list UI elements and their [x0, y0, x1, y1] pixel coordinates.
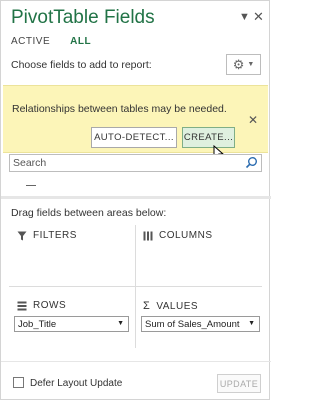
- defer-layout-label[interactable]: Defer Layout Update: [30, 378, 122, 389]
- chevron-down-icon: ▼: [248, 320, 255, 327]
- pane-title: PivotTable Fields: [11, 7, 155, 28]
- pivottable-fields-pane: PivotTable Fields ▼ ✕ ACTIVE ALL Choose …: [0, 0, 271, 400]
- columns-icon: [143, 231, 153, 240]
- filter-icon: [17, 231, 27, 240]
- chevron-down-icon[interactable]: ▼: [239, 11, 250, 23]
- close-icon[interactable]: ✕: [253, 9, 264, 25]
- tools-button[interactable]: ⚙ ▼: [226, 54, 261, 75]
- columns-label: COLUMNS: [159, 230, 213, 241]
- close-icon[interactable]: ✕: [248, 113, 258, 127]
- sigma-icon: Σ: [143, 300, 151, 312]
- chevron-down-icon: ▼: [117, 320, 124, 327]
- rows-field-dropdown[interactable]: Job_Title ▼: [14, 316, 129, 332]
- filters-label: FILTERS: [33, 230, 77, 241]
- rows-field-value: Job_Title: [18, 318, 57, 330]
- defer-layout-checkbox[interactable]: [13, 377, 24, 388]
- field-tabs: ACTIVE ALL: [11, 36, 91, 47]
- notice-text: Relationships between tables may be need…: [12, 103, 227, 115]
- chevron-down-icon: ▼: [247, 61, 255, 68]
- drag-fields-label: Drag fields between areas below:: [11, 207, 167, 219]
- rows-area-header: ROWS: [17, 300, 66, 311]
- rows-label: ROWS: [33, 300, 67, 311]
- update-button[interactable]: UPDATE: [217, 374, 261, 393]
- footer-divider: [1, 361, 271, 362]
- tab-active[interactable]: ACTIVE: [11, 36, 50, 47]
- tab-all[interactable]: ALL: [70, 36, 91, 47]
- filters-area-header: FILTERS: [17, 230, 77, 241]
- create-button[interactable]: CREATE...: [182, 127, 235, 148]
- auto-detect-button[interactable]: AUTO-DETECT...: [91, 127, 177, 148]
- search-input[interactable]: [13, 156, 243, 170]
- values-area-header: Σ VALUES: [143, 300, 198, 312]
- field-list[interactable]: [9, 173, 262, 193]
- values-field-value: Sum of Sales_Amount: [145, 318, 240, 330]
- relationships-notice: Relationships between tables may be need…: [3, 85, 268, 162]
- search-box[interactable]: [9, 154, 262, 172]
- area-divider-horizontal: [9, 286, 262, 287]
- values-field-dropdown[interactable]: Sum of Sales_Amount ▼: [141, 316, 260, 332]
- choose-fields-label: Choose fields to add to report:: [11, 59, 152, 71]
- collapsed-field-marker: [26, 185, 36, 186]
- pane-splitter[interactable]: [1, 196, 271, 199]
- gear-icon: ⚙: [232, 56, 245, 72]
- columns-area-header: COLUMNS: [143, 230, 213, 241]
- rows-icon: [17, 301, 27, 310]
- values-label: VALUES: [156, 300, 199, 312]
- search-icon[interactable]: [245, 156, 258, 169]
